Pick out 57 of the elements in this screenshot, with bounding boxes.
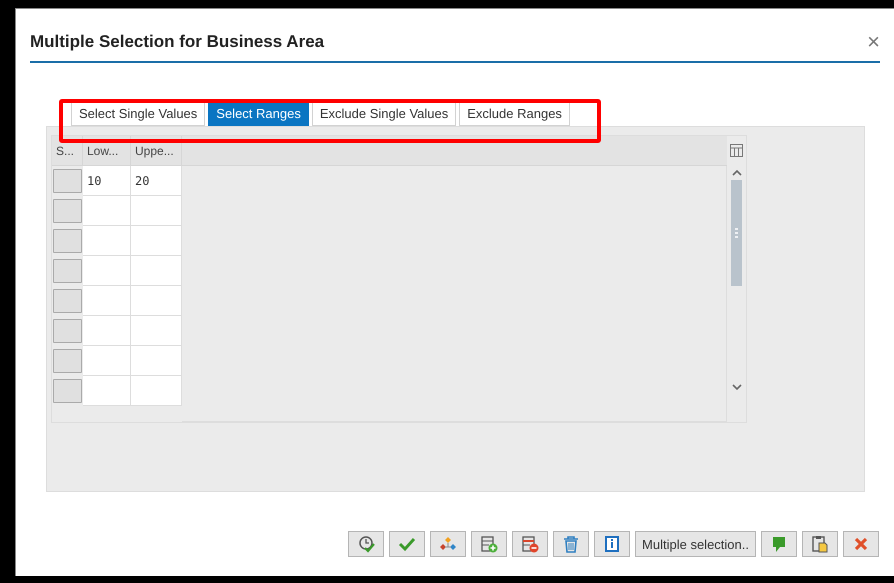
table-cell[interactable] xyxy=(131,286,182,316)
close-button[interactable] xyxy=(843,531,879,557)
tab[interactable]: Exclude Single Values xyxy=(312,101,456,126)
table-cell[interactable] xyxy=(83,316,131,346)
nodes-button[interactable] xyxy=(430,531,466,557)
table-cell[interactable] xyxy=(83,286,131,316)
trash-button[interactable] xyxy=(553,531,590,557)
row-selector[interactable] xyxy=(53,289,82,313)
nodes-icon xyxy=(439,535,458,553)
dialog-title: Multiple Selection for Business Area xyxy=(30,32,324,52)
trash-icon xyxy=(562,535,580,553)
row-selector[interactable] xyxy=(53,319,82,343)
clock-check-button[interactable] xyxy=(348,531,384,557)
tab[interactable]: Select Single Values xyxy=(71,101,206,126)
add-row-button[interactable] xyxy=(471,531,508,557)
row-selector[interactable] xyxy=(53,349,82,373)
table-cell[interactable] xyxy=(131,316,182,346)
add-row-icon xyxy=(480,535,498,553)
clock-check-icon xyxy=(357,535,376,553)
column-header[interactable]: Low... xyxy=(83,136,131,165)
info-button[interactable] xyxy=(594,531,630,557)
table-cell[interactable] xyxy=(131,376,182,406)
tab[interactable]: Exclude Ranges xyxy=(459,101,570,126)
row-selector[interactable] xyxy=(53,169,82,193)
clipboard-icon xyxy=(811,535,829,553)
row-selector[interactable] xyxy=(53,199,82,223)
remove-row-icon xyxy=(521,535,540,553)
info-icon xyxy=(603,535,622,553)
scrollbar-thumb[interactable] xyxy=(731,180,742,286)
close-icon xyxy=(852,535,870,553)
table-cell[interactable] xyxy=(131,196,182,226)
table-cell[interactable] xyxy=(83,226,131,256)
remove-row-button[interactable] xyxy=(512,531,548,557)
checkmark-icon xyxy=(398,535,416,553)
column-header[interactable]: S... xyxy=(52,136,83,165)
table-cell[interactable] xyxy=(131,346,182,376)
table-settings-icon[interactable] xyxy=(730,144,743,157)
speech-bubble-button[interactable] xyxy=(761,531,797,557)
close-button[interactable]: × xyxy=(867,31,880,53)
table-cell[interactable] xyxy=(83,346,131,376)
table-cell[interactable]: 20 xyxy=(131,166,182,196)
row-selector[interactable] xyxy=(53,379,82,403)
table-cell[interactable] xyxy=(131,256,182,286)
table-cell[interactable] xyxy=(131,226,182,256)
checkmark-button[interactable] xyxy=(389,531,426,557)
table-cell[interactable] xyxy=(83,256,131,286)
clipboard-button[interactable] xyxy=(802,531,838,557)
table-cell[interactable] xyxy=(83,196,131,226)
row-selector[interactable] xyxy=(53,259,82,283)
tab[interactable]: Select Ranges xyxy=(208,101,309,126)
table-cell[interactable] xyxy=(83,376,131,406)
speech-bubble-icon xyxy=(770,535,788,553)
scroll-up-icon[interactable] xyxy=(732,169,742,176)
table-cell[interactable]: 10 xyxy=(83,166,131,196)
row-selector[interactable] xyxy=(53,229,82,253)
scroll-down-icon[interactable] xyxy=(732,384,742,391)
multiple-selection-button[interactable]: Multiple selection.. xyxy=(635,531,756,557)
